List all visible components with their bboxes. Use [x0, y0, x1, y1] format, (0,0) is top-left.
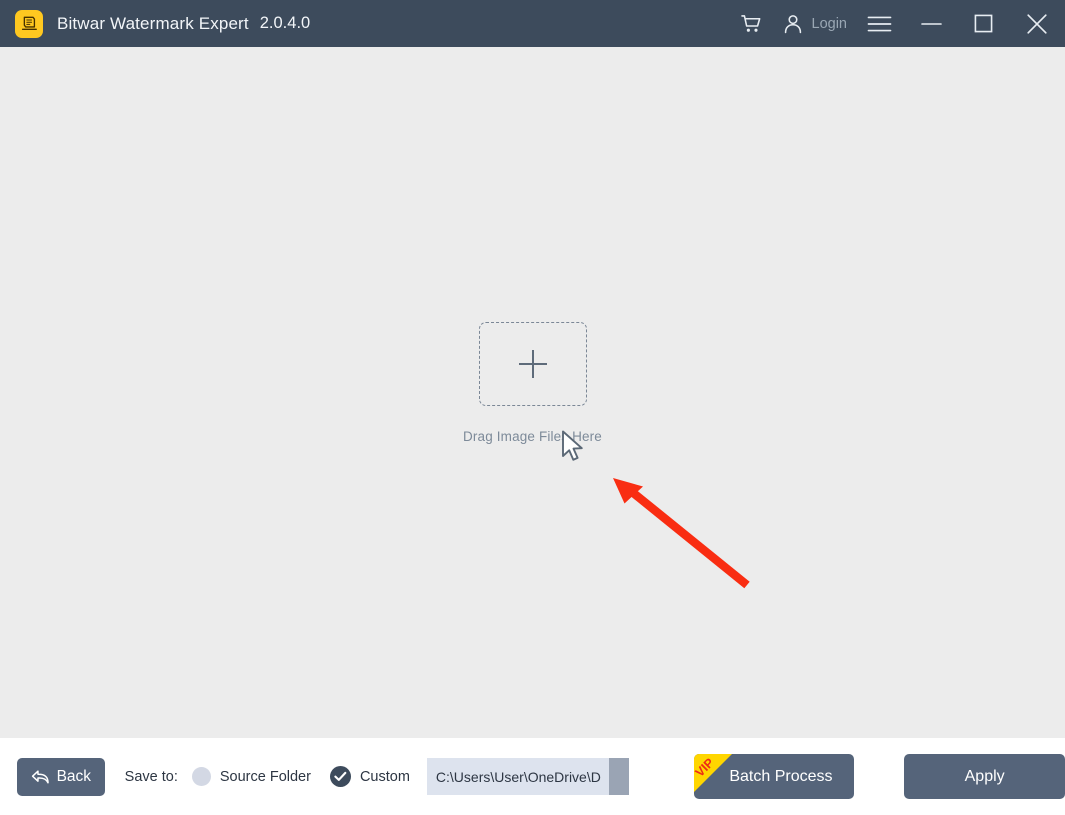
apply-button[interactable]: Apply	[904, 754, 1065, 799]
titlebar-controls: Login	[730, 0, 1065, 47]
undo-arrow-icon	[31, 769, 50, 785]
hamburger-menu-icon[interactable]	[853, 0, 905, 47]
save-to-label: Save to:	[124, 768, 178, 785]
app-window: Bitwar Watermark Expert 2.0.4.0 Login Dr…	[0, 0, 1065, 815]
app-title: Bitwar Watermark Expert	[57, 13, 249, 33]
login-label: Login	[811, 15, 847, 32]
output-path-field[interactable]: C:\Users\User\OneDrive\D	[426, 758, 629, 795]
close-icon[interactable]	[1009, 0, 1065, 47]
output-path-value: C:\Users\User\OneDrive\D	[435, 768, 601, 785]
batch-process-label: Batch Process	[729, 767, 833, 785]
radio-selected-check-icon	[329, 766, 351, 787]
radio-custom-label: Custom	[359, 768, 410, 785]
dropzone-container: Drag Image Files Here	[0, 322, 1065, 444]
main-content-area: Drag Image Files Here	[0, 47, 1065, 738]
batch-process-button[interactable]: VIP Batch Process	[693, 754, 855, 799]
bitwar-logo-icon	[15, 9, 43, 38]
radio-custom[interactable]: Custom	[329, 766, 410, 787]
login-button[interactable]: Login	[774, 0, 853, 47]
save-destination-radio-group: Source Folder Custom	[191, 766, 410, 787]
radio-source-folder-label: Source Folder	[219, 768, 311, 785]
minimize-icon[interactable]	[905, 0, 957, 47]
app-version: 2.0.4.0	[259, 14, 311, 32]
svg-text:VIP: VIP	[694, 756, 717, 780]
scroll-handle-icon[interactable]	[608, 758, 629, 795]
back-button-label: Back	[56, 767, 92, 785]
maximize-icon[interactable]	[957, 0, 1009, 47]
dropzone-label: Drag Image Files Here	[463, 429, 602, 444]
plus-icon	[518, 350, 547, 378]
bottom-toolbar: Back Save to: Source Folder Custom C:\Us…	[0, 738, 1065, 815]
user-account-icon	[782, 13, 804, 35]
radio-unselected-icon	[191, 767, 211, 786]
red-arrow-annotation-icon	[595, 467, 760, 602]
shopping-cart-icon[interactable]	[730, 0, 774, 47]
title-bar: Bitwar Watermark Expert 2.0.4.0 Login	[0, 0, 1065, 47]
add-files-dropzone[interactable]	[478, 322, 587, 406]
radio-source-folder[interactable]: Source Folder	[191, 767, 311, 786]
back-button[interactable]: Back	[17, 757, 105, 796]
apply-label: Apply	[964, 767, 1005, 785]
